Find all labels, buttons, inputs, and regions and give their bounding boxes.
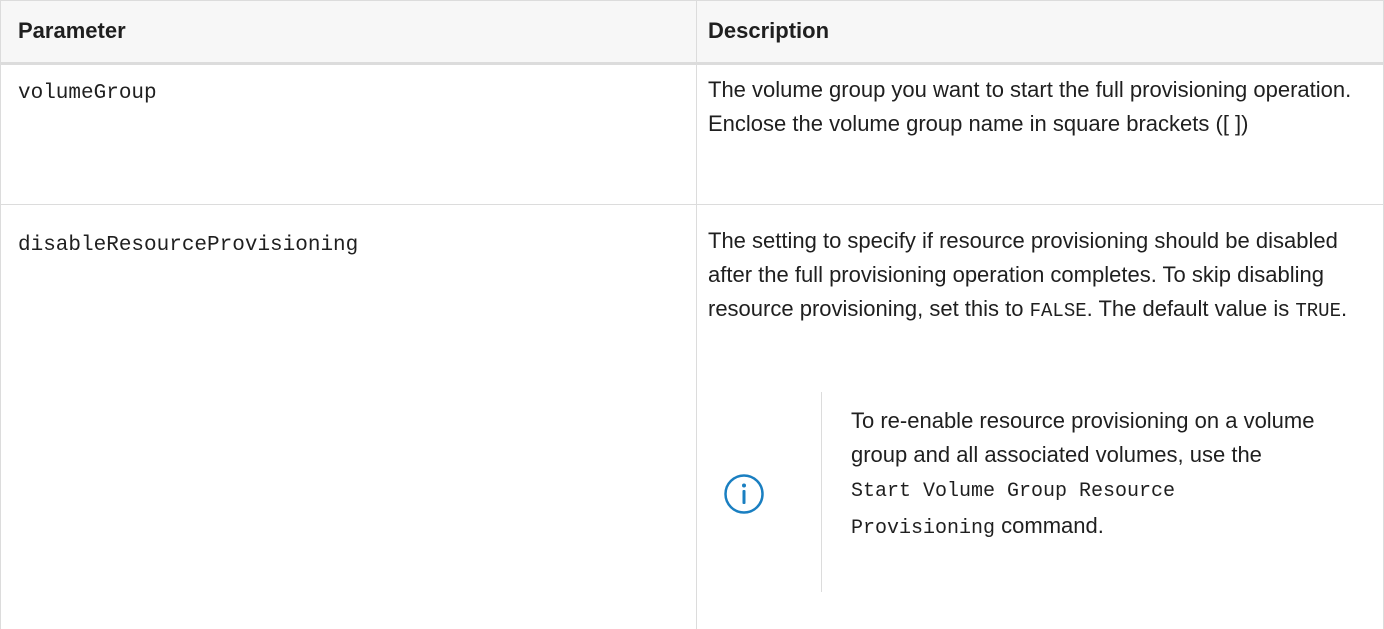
info-note: To re-enable resource provisioning on a … [708, 392, 1358, 592]
true-value: TRUE [1295, 300, 1341, 322]
column-divider [696, 0, 697, 629]
row-divider [1, 204, 1383, 205]
header-description: Description [708, 18, 830, 43]
desc-volume-group: The volume group you want to start the f… [708, 77, 1352, 136]
false-value: FALSE [1029, 300, 1087, 322]
note-text-part1: To re-enable resource provisioning on a … [851, 408, 1315, 467]
parameter-table: Parameter Description volumeGroup The vo… [0, 0, 1384, 629]
param-volume-group: volumeGroup [18, 82, 157, 105]
note-divider [821, 392, 822, 592]
param-disable-resource-provisioning: disableResourceProvisioning [18, 234, 359, 257]
note-text: To re-enable resource provisioning on a … [851, 404, 1321, 546]
table-header-row: Parameter Description [1, 0, 1383, 65]
header-parameter: Parameter [18, 18, 126, 43]
desc-text-part3: . [1340, 296, 1348, 321]
desc-text-part2: . The default value is [1086, 296, 1296, 321]
info-circle-icon [724, 474, 764, 514]
note-text-part2: command. [995, 513, 1104, 538]
desc-disable-resource-provisioning: The setting to specify if resource provi… [708, 224, 1363, 328]
